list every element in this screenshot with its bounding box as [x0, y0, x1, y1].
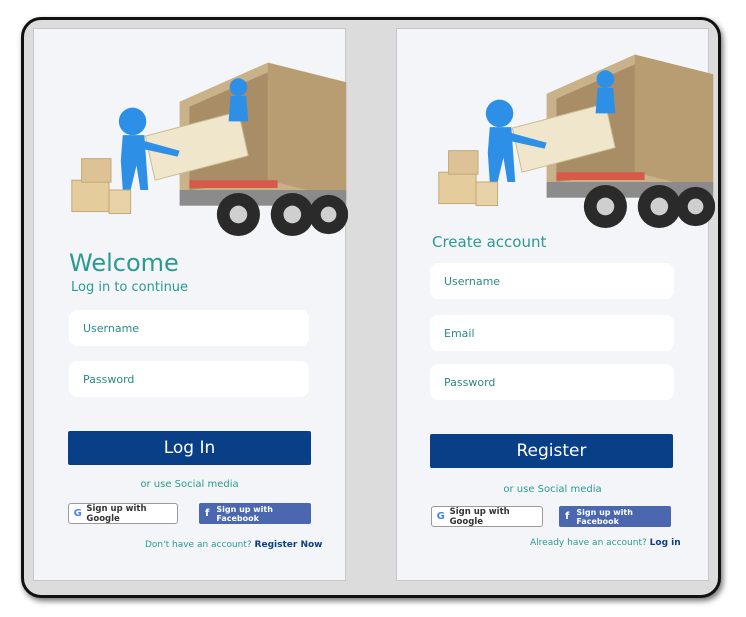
- log-in-link[interactable]: Log in: [650, 538, 681, 548]
- email-input[interactable]: Email: [430, 315, 674, 351]
- login-panel: Welcome Log in to continue Username Pass…: [33, 28, 348, 581]
- register-now-link[interactable]: Register Now: [255, 540, 323, 550]
- google-signup-button[interactable]: G Sign up with Google: [68, 503, 178, 524]
- social-media-label: or use Social media: [503, 484, 602, 495]
- google-signup-label: Sign up with Google: [86, 503, 147, 524]
- facebook-signup-label: Sign up with Facebook: [576, 507, 633, 526]
- login-prompt-text: Already have an account?: [530, 538, 647, 548]
- register-prompt: Don't have an account? Register Now: [145, 540, 322, 550]
- login-prompt: Already have an account? Log in: [530, 538, 681, 548]
- facebook-signup-button[interactable]: f Sign up with Facebook: [199, 503, 311, 524]
- facebook-signup-label: Sign up with Facebook: [216, 504, 273, 523]
- google-icon: G: [436, 511, 445, 522]
- create-account-title: Create account: [432, 233, 547, 251]
- login-button[interactable]: Log In: [68, 431, 311, 465]
- google-icon: G: [73, 508, 82, 519]
- google-signup-label: Sign up with Google: [449, 506, 510, 527]
- password-input[interactable]: Password: [69, 361, 309, 397]
- username-input[interactable]: Username: [430, 263, 674, 299]
- register-panel: Create account Username Email Password R…: [396, 28, 715, 581]
- username-input[interactable]: Username: [69, 310, 309, 346]
- register-prompt-text: Don't have an account?: [145, 540, 252, 550]
- password-input[interactable]: Password: [430, 364, 674, 400]
- moving-truck-illustration: [438, 54, 715, 229]
- social-media-label: or use Social media: [140, 479, 239, 490]
- facebook-icon: f: [205, 508, 210, 519]
- app-frame: Welcome Log in to continue Username Pass…: [21, 17, 721, 598]
- register-button[interactable]: Register: [430, 434, 673, 468]
- facebook-signup-button[interactable]: f Sign up with Facebook: [559, 506, 671, 527]
- moving-truck-illustration: [71, 62, 348, 237]
- login-subtitle: Log in to continue: [71, 280, 189, 295]
- facebook-icon: f: [565, 511, 570, 522]
- google-signup-button[interactable]: G Sign up with Google: [431, 506, 543, 527]
- welcome-title: Welcome: [69, 249, 179, 277]
